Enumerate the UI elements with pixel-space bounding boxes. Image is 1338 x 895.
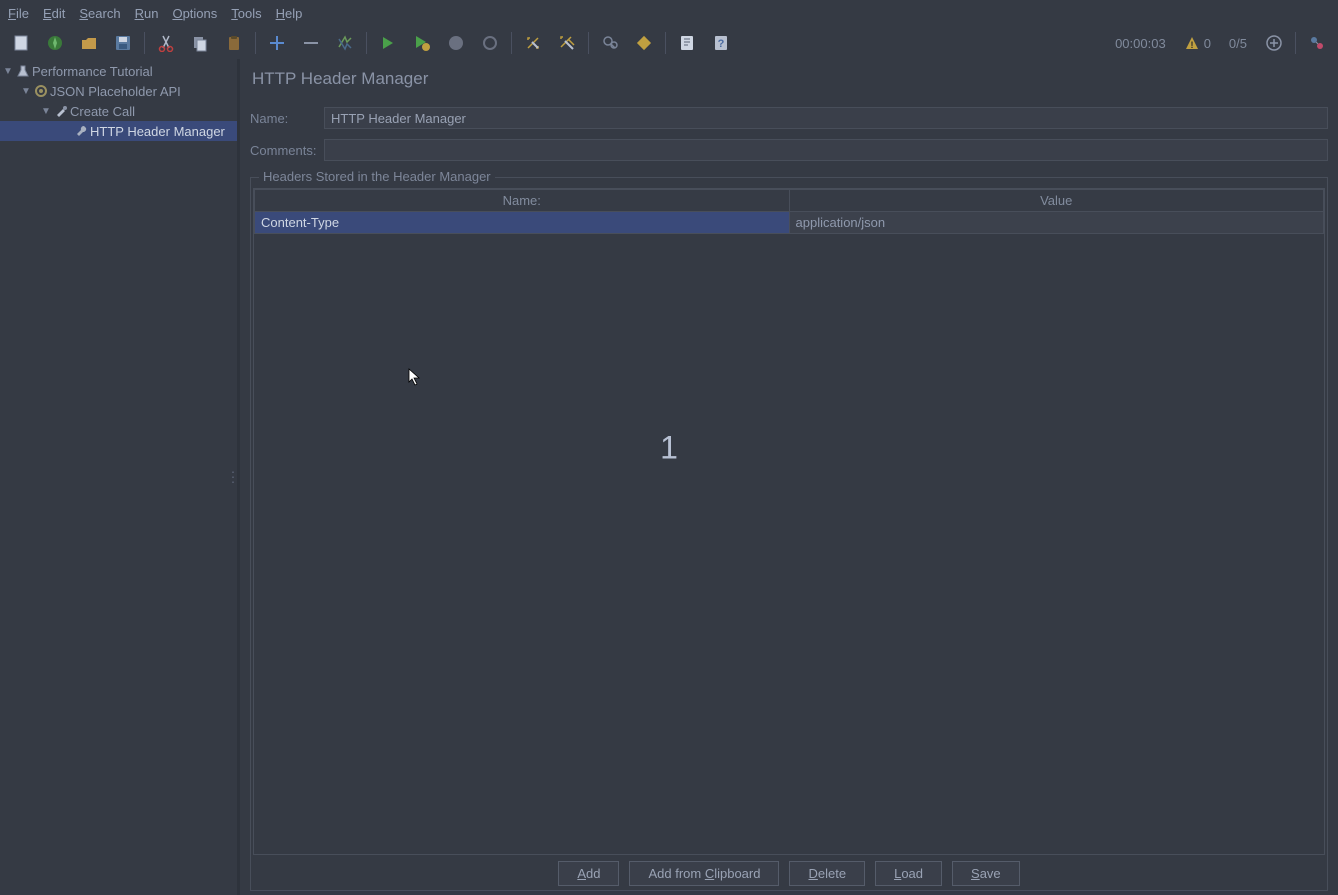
menu-tools[interactable]: Tools: [227, 4, 265, 23]
tree-node-thread-group[interactable]: ▼ JSON Placeholder API: [0, 81, 237, 101]
tree-toggle-icon[interactable]: ▼: [40, 106, 52, 117]
active-threads: 0/5: [1229, 36, 1247, 51]
menu-bar: File Edit Search Run Options Tools Help: [0, 0, 1338, 27]
save-button[interactable]: Save: [952, 861, 1020, 886]
headers-table-wrap: Name: Value Content-Type application/jso…: [253, 188, 1325, 855]
headers-table[interactable]: Name: Value Content-Type application/jso…: [254, 189, 1324, 234]
split-handle[interactable]: ⋮: [226, 469, 238, 486]
table-row[interactable]: Content-Type application/json: [255, 212, 1324, 234]
name-row: Name:: [250, 107, 1328, 129]
shutdown-icon[interactable]: [473, 28, 507, 58]
header-value-cell[interactable]: application/json: [789, 212, 1324, 234]
clear-icon[interactable]: [516, 28, 550, 58]
menu-search[interactable]: Search: [75, 4, 124, 23]
start-no-timers-icon[interactable]: [405, 28, 439, 58]
load-button[interactable]: Load: [875, 861, 942, 886]
elapsed-time: 00:00:03: [1115, 36, 1166, 51]
menu-edit[interactable]: Edit: [39, 4, 69, 23]
warning-count-value: 0: [1204, 36, 1211, 51]
tree-label: Create Call: [70, 104, 135, 119]
menu-file[interactable]: File: [4, 4, 33, 23]
paste-icon[interactable]: [217, 28, 251, 58]
menu-help[interactable]: Help: [272, 4, 307, 23]
toolbar-separator: [588, 32, 589, 54]
tree-label: Performance Tutorial: [32, 64, 153, 79]
editor-title: HTTP Header Manager: [250, 69, 1328, 89]
svg-text:!: !: [1190, 40, 1193, 50]
header-name-cell[interactable]: Content-Type: [255, 212, 790, 234]
warning-icon: !: [1184, 35, 1200, 51]
function-helper-icon[interactable]: [670, 28, 704, 58]
toolbar-separator: [366, 32, 367, 54]
toggle-icon[interactable]: [328, 28, 362, 58]
toolbar-separator: [255, 32, 256, 54]
save-icon[interactable]: [106, 28, 140, 58]
tree-toggle-icon[interactable]: ▼: [2, 66, 14, 77]
table-empty-area[interactable]: [254, 234, 1324, 854]
add-from-clipboard-button[interactable]: Add from Clipboard: [629, 861, 779, 886]
name-label: Name:: [250, 111, 324, 126]
main-split: ▼ Performance Tutorial ▼ JSON Placeholde…: [0, 59, 1338, 895]
headers-group-title: Headers Stored in the Header Manager: [259, 169, 495, 184]
thread-status-icon[interactable]: [1257, 28, 1291, 58]
menu-run[interactable]: Run: [131, 4, 163, 23]
tree-panel: ▼ Performance Tutorial ▼ JSON Placeholde…: [0, 59, 240, 895]
toolbar-separator: [665, 32, 666, 54]
tree-toggle-icon[interactable]: ▼: [20, 86, 32, 97]
tree-node-sampler[interactable]: ▼ Create Call: [0, 101, 237, 121]
new-icon[interactable]: [4, 28, 38, 58]
toolbar-separator: [1295, 32, 1296, 54]
delete-button[interactable]: Delete: [789, 861, 865, 886]
correlation-icon[interactable]: [1300, 28, 1334, 58]
templates-icon[interactable]: [38, 28, 72, 58]
tree-node-header-manager[interactable]: HTTP Header Manager: [0, 121, 237, 141]
tree-label: HTTP Header Manager: [90, 124, 225, 139]
toolbar-separator: [144, 32, 145, 54]
name-input[interactable]: [324, 107, 1328, 129]
col-header-value[interactable]: Value: [789, 190, 1324, 212]
toolbar: ? 00:00:03 ! 0 0/5: [0, 27, 1338, 59]
gear-icon: [32, 84, 50, 98]
editor-panel: HTTP Header Manager Name: Comments: Head…: [240, 59, 1338, 895]
collapse-icon[interactable]: [294, 28, 328, 58]
search-tree-icon[interactable]: [593, 28, 627, 58]
beaker-icon: [14, 64, 32, 78]
test-plan-tree[interactable]: ▼ Performance Tutorial ▼ JSON Placeholde…: [0, 59, 237, 141]
col-header-name[interactable]: Name:: [255, 190, 790, 212]
comments-input[interactable]: [324, 139, 1328, 161]
stop-icon[interactable]: [439, 28, 473, 58]
open-icon[interactable]: [72, 28, 106, 58]
cut-icon[interactable]: [149, 28, 183, 58]
warning-count[interactable]: ! 0: [1184, 35, 1211, 51]
add-button[interactable]: Add: [558, 861, 619, 886]
tree-label: JSON Placeholder API: [50, 84, 181, 99]
comments-row: Comments:: [250, 139, 1328, 161]
menu-options[interactable]: Options: [168, 4, 221, 23]
button-bar: Add Add from Clipboard Delete Load Save: [253, 855, 1325, 888]
tree-node-test-plan[interactable]: ▼ Performance Tutorial: [0, 61, 237, 81]
reset-search-icon[interactable]: [627, 28, 661, 58]
pipette-icon: [52, 104, 70, 118]
expand-icon[interactable]: [260, 28, 294, 58]
headers-group: Headers Stored in the Header Manager Nam…: [250, 177, 1328, 891]
start-icon[interactable]: [371, 28, 405, 58]
comments-label: Comments:: [250, 143, 324, 158]
clear-all-icon[interactable]: [550, 28, 584, 58]
copy-icon[interactable]: [183, 28, 217, 58]
help-icon[interactable]: ?: [704, 28, 738, 58]
wrench-icon: [72, 124, 90, 138]
svg-text:?: ?: [718, 38, 725, 50]
toolbar-separator: [511, 32, 512, 54]
